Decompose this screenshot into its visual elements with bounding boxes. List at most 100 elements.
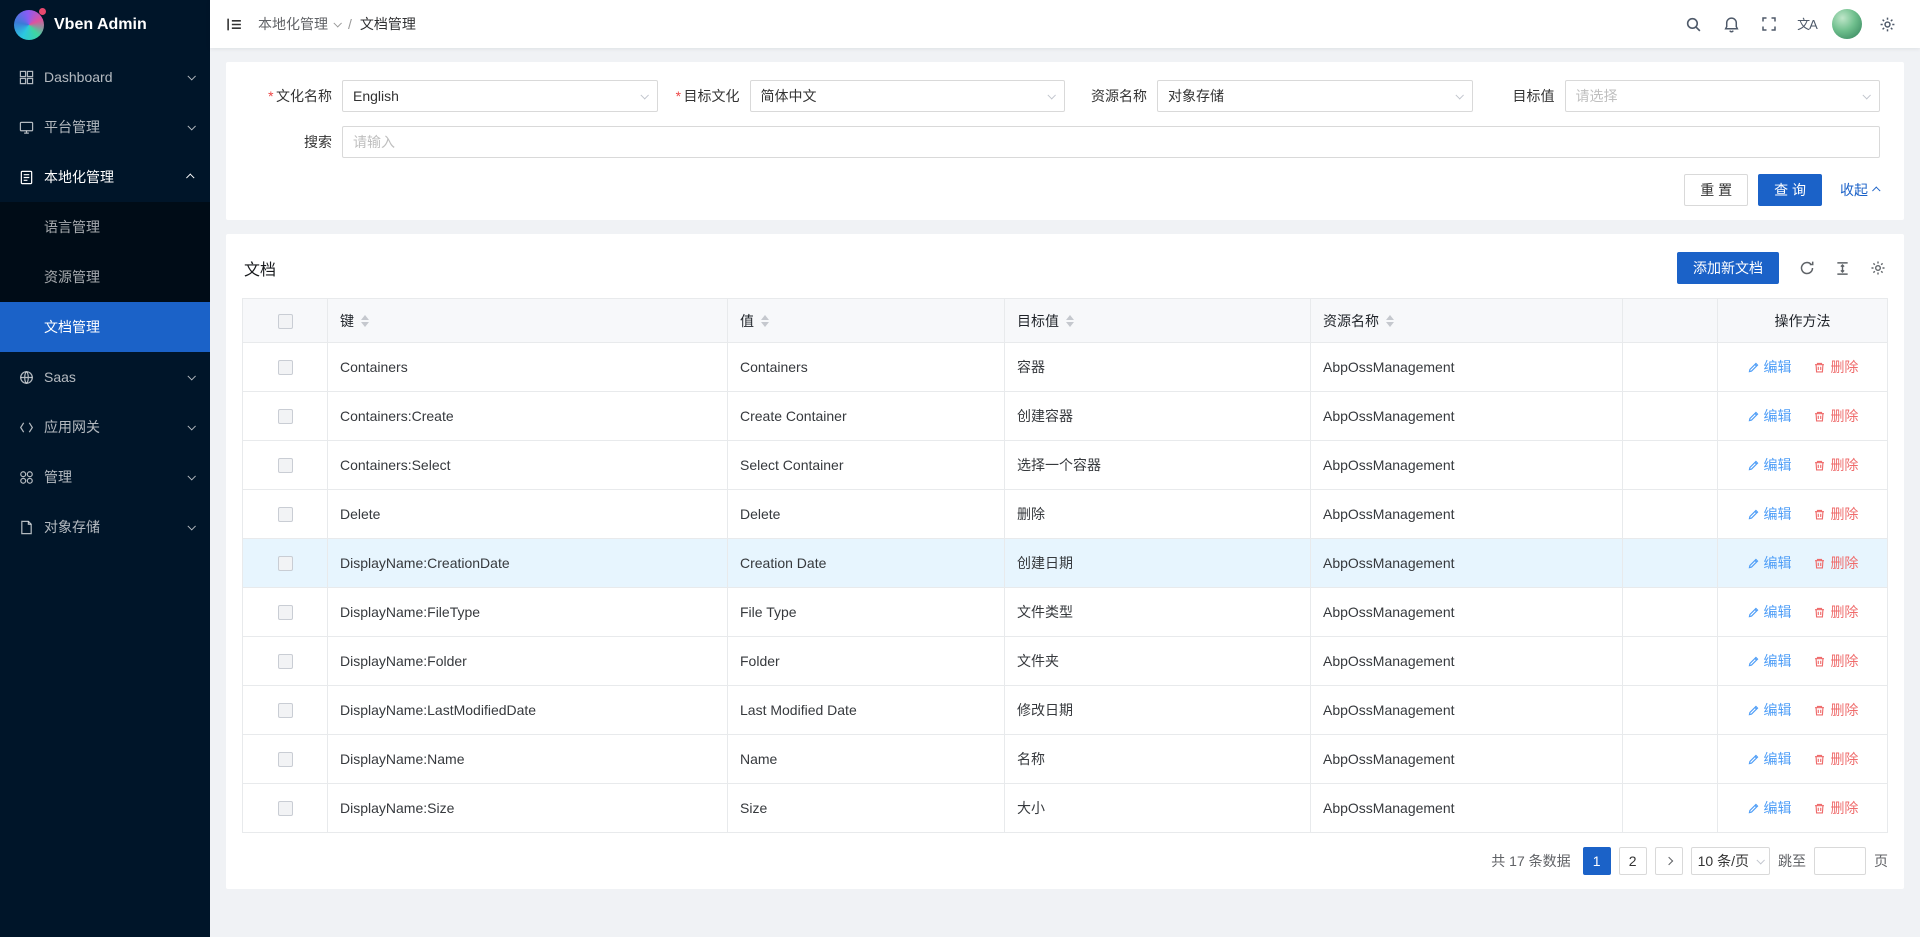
- row-checkbox[interactable]: [278, 654, 293, 669]
- row-checkbox[interactable]: [278, 605, 293, 620]
- caret-down-icon: [761, 322, 769, 327]
- cell-checkbox: [243, 637, 328, 686]
- column-header-value[interactable]: 值: [728, 299, 1005, 343]
- jump-page-input[interactable]: [1814, 847, 1866, 875]
- row-checkbox[interactable]: [278, 752, 293, 767]
- edit-button[interactable]: 编辑: [1747, 749, 1792, 769]
- caret-up-icon: [1066, 315, 1074, 320]
- sidebar-fold-button[interactable]: [210, 0, 258, 48]
- delete-button[interactable]: 删除: [1813, 798, 1858, 818]
- sidebar-item-saas[interactable]: Saas: [0, 352, 210, 402]
- edit-button[interactable]: 编辑: [1747, 700, 1792, 720]
- target-culture-select[interactable]: 简体中文: [750, 80, 1066, 112]
- edit-label: 编辑: [1764, 406, 1792, 426]
- chevron-down-icon: [1756, 856, 1764, 864]
- sidebar-item-localization[interactable]: 本地化管理: [0, 152, 210, 202]
- culture-name-select[interactable]: English: [342, 80, 658, 112]
- edit-button[interactable]: 编辑: [1747, 553, 1792, 573]
- table-header-row: 键 值 目标值 资源名称 操作方法: [243, 299, 1888, 343]
- row-checkbox[interactable]: [278, 801, 293, 816]
- notification-button[interactable]: [1712, 0, 1750, 48]
- edit-button[interactable]: 编辑: [1747, 651, 1792, 671]
- table-row: DisplayName:Size Size 大小 AbpOssManagemen…: [243, 784, 1888, 833]
- sidebar-subitem-resource[interactable]: 资源管理: [0, 252, 210, 302]
- delete-button[interactable]: 删除: [1813, 602, 1858, 622]
- column-header-key[interactable]: 键: [328, 299, 728, 343]
- edit-label: 编辑: [1764, 553, 1792, 573]
- refresh-button[interactable]: [1799, 260, 1815, 276]
- cell-resource-name: AbpOssManagement: [1311, 539, 1623, 588]
- row-checkbox[interactable]: [278, 409, 293, 424]
- row-height-button[interactable]: [1835, 261, 1850, 276]
- sidebar-item-label: 应用网关: [44, 417, 188, 437]
- settings-button[interactable]: [1868, 0, 1906, 48]
- pencil-icon: [1747, 704, 1760, 717]
- column-header-target-value[interactable]: 目标值: [1005, 299, 1311, 343]
- edit-button[interactable]: 编辑: [1747, 357, 1792, 377]
- page-button-1[interactable]: 1: [1583, 847, 1611, 875]
- sidebar-item-manage[interactable]: 管理: [0, 452, 210, 502]
- delete-button[interactable]: 删除: [1813, 504, 1858, 524]
- logo[interactable]: Vben Admin: [0, 0, 210, 50]
- sidebar-subitem-document[interactable]: 文档管理: [0, 302, 210, 352]
- cell-value: File Type: [728, 588, 1005, 637]
- edit-button[interactable]: 编辑: [1747, 798, 1792, 818]
- edit-button[interactable]: 编辑: [1747, 406, 1792, 426]
- sidebar-item-gateway[interactable]: 应用网关: [0, 402, 210, 452]
- table-row: DisplayName:Name Name 名称 AbpOssManagemen…: [243, 735, 1888, 784]
- avatar[interactable]: [1832, 9, 1862, 39]
- row-checkbox[interactable]: [278, 703, 293, 718]
- select-all-cell: [243, 299, 328, 343]
- delete-button[interactable]: 删除: [1813, 357, 1858, 377]
- page-size-select[interactable]: 10 条/页: [1691, 847, 1770, 875]
- column-header-resource-name[interactable]: 资源名称: [1311, 299, 1623, 343]
- chevron-down-icon: [187, 522, 195, 530]
- target-value-select[interactable]: 请选择: [1565, 80, 1881, 112]
- select-all-checkbox[interactable]: [278, 314, 293, 329]
- cell-empty: [1623, 686, 1718, 735]
- logo-text: Vben Admin: [54, 16, 147, 34]
- sidebar-item-label: Saas: [44, 369, 188, 385]
- sidebar-item-platform[interactable]: 平台管理: [0, 102, 210, 152]
- delete-button[interactable]: 删除: [1813, 406, 1858, 426]
- select-value: 对象存储: [1168, 86, 1224, 106]
- edit-button[interactable]: 编辑: [1747, 504, 1792, 524]
- add-document-button[interactable]: 添加新文档: [1677, 252, 1779, 284]
- saas-icon: [18, 369, 34, 385]
- sidebar-subitem-language[interactable]: 语言管理: [0, 202, 210, 252]
- cell-checkbox: [243, 686, 328, 735]
- edit-button[interactable]: 编辑: [1747, 455, 1792, 475]
- delete-label: 删除: [1830, 406, 1858, 426]
- cell-target-value: 删除: [1005, 490, 1311, 539]
- column-label: 值: [740, 311, 754, 331]
- breadcrumb-parent-label: 本地化管理: [258, 14, 328, 34]
- sidebar-item-dashboard[interactable]: Dashboard: [0, 52, 210, 102]
- row-checkbox[interactable]: [278, 507, 293, 522]
- delete-button[interactable]: 删除: [1813, 651, 1858, 671]
- delete-button[interactable]: 删除: [1813, 553, 1858, 573]
- edit-button[interactable]: 编辑: [1747, 602, 1792, 622]
- breadcrumb-parent[interactable]: 本地化管理: [258, 14, 340, 34]
- row-checkbox[interactable]: [278, 556, 293, 571]
- column-settings-button[interactable]: [1870, 260, 1886, 276]
- language-switch-button[interactable]: 文A: [1788, 0, 1826, 48]
- query-button[interactable]: 查 询: [1758, 174, 1822, 206]
- page-button-2[interactable]: 2: [1619, 847, 1647, 875]
- sidebar-item-storage[interactable]: 对象存储: [0, 502, 210, 552]
- search-button[interactable]: [1674, 0, 1712, 48]
- collapse-toggle[interactable]: 收起: [1840, 180, 1880, 200]
- delete-button[interactable]: 删除: [1813, 749, 1858, 769]
- delete-button[interactable]: 删除: [1813, 455, 1858, 475]
- column-label: 操作方法: [1775, 313, 1831, 329]
- reset-button[interactable]: 重 置: [1684, 174, 1748, 206]
- row-checkbox[interactable]: [278, 360, 293, 375]
- resource-name-select[interactable]: 对象存储: [1157, 80, 1473, 112]
- cell-checkbox: [243, 588, 328, 637]
- delete-button[interactable]: 删除: [1813, 700, 1858, 720]
- cell-target-value: 创建容器: [1005, 392, 1311, 441]
- search-input[interactable]: [342, 126, 1880, 158]
- row-checkbox[interactable]: [278, 458, 293, 473]
- fullscreen-button[interactable]: [1750, 0, 1788, 48]
- next-page-button[interactable]: [1655, 847, 1683, 875]
- cell-empty: [1623, 343, 1718, 392]
